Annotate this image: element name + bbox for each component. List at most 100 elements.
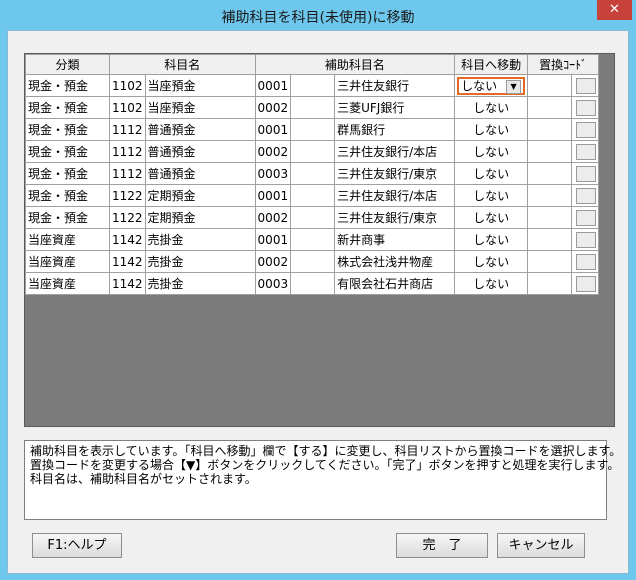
close-button[interactable]: ✕ bbox=[597, 0, 632, 20]
account-name-cell[interactable]: 普通預金 bbox=[144, 162, 256, 185]
replace-code-button[interactable] bbox=[576, 231, 597, 248]
account-name-cell[interactable]: 売掛金 bbox=[144, 250, 256, 273]
done-button[interactable]: 完 了 bbox=[396, 533, 488, 558]
account-code-cell[interactable]: 1142 bbox=[109, 250, 146, 273]
category-cell[interactable]: 現金・預金 bbox=[25, 206, 110, 229]
category-cell[interactable]: 現金・預金 bbox=[25, 96, 110, 119]
replace-code-button-cell[interactable] bbox=[571, 140, 600, 163]
replace-code-cell[interactable] bbox=[527, 272, 573, 295]
table-row[interactable]: 現金・預金 1112 普通預金 0003 三井住友銀行/東京 しない bbox=[25, 162, 600, 185]
empty-cell[interactable] bbox=[290, 74, 336, 97]
replace-code-cell[interactable] bbox=[527, 96, 573, 119]
move-dropdown[interactable]: しない ▼ bbox=[457, 76, 526, 95]
replace-code-button[interactable] bbox=[576, 77, 597, 94]
table-row[interactable]: 当座資産 1142 売掛金 0001 新井商事 しない bbox=[25, 228, 600, 251]
table-row[interactable]: 現金・預金 1122 定期預金 0002 三井住友銀行/東京 しない bbox=[25, 206, 600, 229]
move-cell[interactable]: しない bbox=[454, 140, 529, 163]
move-cell[interactable]: しない bbox=[454, 250, 529, 273]
replace-code-cell[interactable] bbox=[527, 206, 573, 229]
replace-code-button[interactable] bbox=[576, 99, 597, 116]
category-cell[interactable]: 当座資産 bbox=[25, 272, 110, 295]
replace-code-button[interactable] bbox=[576, 165, 597, 182]
chevron-down-icon[interactable]: ▼ bbox=[506, 79, 522, 94]
account-code-cell[interactable]: 1102 bbox=[109, 74, 146, 97]
subaccount-name-cell[interactable]: 群馬銀行 bbox=[334, 118, 456, 141]
account-code-cell[interactable]: 1122 bbox=[109, 184, 146, 207]
replace-code-button[interactable] bbox=[576, 253, 597, 270]
replace-code-cell[interactable] bbox=[527, 74, 573, 97]
category-cell[interactable]: 現金・預金 bbox=[25, 74, 110, 97]
replace-code-cell[interactable] bbox=[527, 228, 573, 251]
help-button[interactable]: F1:ヘルプ bbox=[32, 533, 122, 558]
account-code-cell[interactable]: 1112 bbox=[109, 118, 146, 141]
subaccount-code-cell[interactable]: 0001 bbox=[254, 118, 292, 141]
replace-code-button-cell[interactable] bbox=[571, 74, 600, 97]
subaccount-name-cell[interactable]: 三菱UFJ銀行 bbox=[334, 96, 456, 119]
subaccount-code-cell[interactable]: 0003 bbox=[254, 272, 292, 295]
account-name-cell[interactable]: 当座預金 bbox=[144, 74, 256, 97]
subaccount-code-cell[interactable]: 0002 bbox=[254, 250, 292, 273]
subaccount-name-cell[interactable]: 三井住友銀行/本店 bbox=[334, 184, 456, 207]
replace-code-button-cell[interactable] bbox=[571, 184, 600, 207]
category-cell[interactable]: 現金・預金 bbox=[25, 118, 110, 141]
move-cell[interactable]: しない bbox=[454, 228, 529, 251]
replace-code-button[interactable] bbox=[576, 209, 597, 226]
empty-cell[interactable] bbox=[290, 272, 336, 295]
table-row[interactable]: 現金・預金 1122 定期預金 0001 三井住友銀行/本店 しない bbox=[25, 184, 600, 207]
empty-cell[interactable] bbox=[290, 118, 336, 141]
subaccount-name-cell[interactable]: 三井住友銀行 bbox=[334, 74, 456, 97]
empty-cell[interactable] bbox=[290, 250, 336, 273]
move-cell[interactable]: しない bbox=[454, 272, 529, 295]
cancel-button[interactable]: キャンセル bbox=[497, 533, 585, 558]
category-cell[interactable]: 当座資産 bbox=[25, 228, 110, 251]
account-code-cell[interactable]: 1112 bbox=[109, 162, 146, 185]
replace-code-cell[interactable] bbox=[527, 140, 573, 163]
replace-code-button[interactable] bbox=[576, 121, 597, 138]
account-code-cell[interactable]: 1122 bbox=[109, 206, 146, 229]
table-row[interactable]: 当座資産 1142 売掛金 0003 有限会社石井商店 しない bbox=[25, 272, 600, 295]
subaccount-code-cell[interactable]: 0001 bbox=[254, 228, 292, 251]
account-name-cell[interactable]: 売掛金 bbox=[144, 272, 256, 295]
replace-code-button-cell[interactable] bbox=[571, 206, 600, 229]
category-cell[interactable]: 現金・預金 bbox=[25, 162, 110, 185]
account-code-cell[interactable]: 1112 bbox=[109, 140, 146, 163]
replace-code-button[interactable] bbox=[576, 143, 597, 160]
subaccount-code-cell[interactable]: 0001 bbox=[254, 74, 292, 97]
replace-code-button-cell[interactable] bbox=[571, 96, 600, 119]
subaccount-name-cell[interactable]: 株式会社浅井物産 bbox=[334, 250, 456, 273]
replace-code-button[interactable] bbox=[576, 275, 597, 292]
header-subaccount-name[interactable]: 補助科目名 bbox=[254, 54, 456, 75]
account-name-cell[interactable]: 定期預金 bbox=[144, 206, 256, 229]
subaccount-code-cell[interactable]: 0002 bbox=[254, 96, 292, 119]
table-row[interactable]: 現金・預金 1112 普通預金 0001 群馬銀行 しない bbox=[25, 118, 600, 141]
replace-code-cell[interactable] bbox=[527, 184, 573, 207]
account-name-cell[interactable]: 売掛金 bbox=[144, 228, 256, 251]
move-cell[interactable]: しない ▼ bbox=[454, 74, 529, 97]
subaccount-code-cell[interactable]: 0003 bbox=[254, 162, 292, 185]
table-row[interactable]: 現金・預金 1112 普通預金 0002 三井住友銀行/本店 しない bbox=[25, 140, 600, 163]
table-row[interactable]: 現金・預金 1102 当座預金 0002 三菱UFJ銀行 しない bbox=[25, 96, 600, 119]
table-row[interactable]: 現金・預金 1102 当座預金 0001 三井住友銀行 しない ▼ bbox=[25, 74, 600, 97]
header-move-to-account[interactable]: 科目へ移動 bbox=[454, 54, 529, 75]
move-cell[interactable]: しない bbox=[454, 206, 529, 229]
category-cell[interactable]: 現金・預金 bbox=[25, 140, 110, 163]
account-code-cell[interactable]: 1142 bbox=[109, 228, 146, 251]
replace-code-button-cell[interactable] bbox=[571, 118, 600, 141]
replace-code-button-cell[interactable] bbox=[571, 272, 600, 295]
move-cell[interactable]: しない bbox=[454, 118, 529, 141]
account-name-cell[interactable]: 普通預金 bbox=[144, 118, 256, 141]
header-account-name[interactable]: 科目名 bbox=[109, 54, 256, 75]
empty-cell[interactable] bbox=[290, 96, 336, 119]
subaccount-code-cell[interactable]: 0002 bbox=[254, 140, 292, 163]
replace-code-cell[interactable] bbox=[527, 118, 573, 141]
replace-code-button-cell[interactable] bbox=[571, 228, 600, 251]
move-cell[interactable]: しない bbox=[454, 162, 529, 185]
account-name-cell[interactable]: 普通預金 bbox=[144, 140, 256, 163]
subaccount-name-cell[interactable]: 三井住友銀行/東京 bbox=[334, 162, 456, 185]
replace-code-cell[interactable] bbox=[527, 250, 573, 273]
account-code-cell[interactable]: 1102 bbox=[109, 96, 146, 119]
header-category[interactable]: 分類 bbox=[25, 54, 110, 75]
category-cell[interactable]: 当座資産 bbox=[25, 250, 110, 273]
header-replace-code[interactable]: 置換ｺｰﾄﾞ bbox=[527, 54, 600, 75]
replace-code-button[interactable] bbox=[576, 187, 597, 204]
